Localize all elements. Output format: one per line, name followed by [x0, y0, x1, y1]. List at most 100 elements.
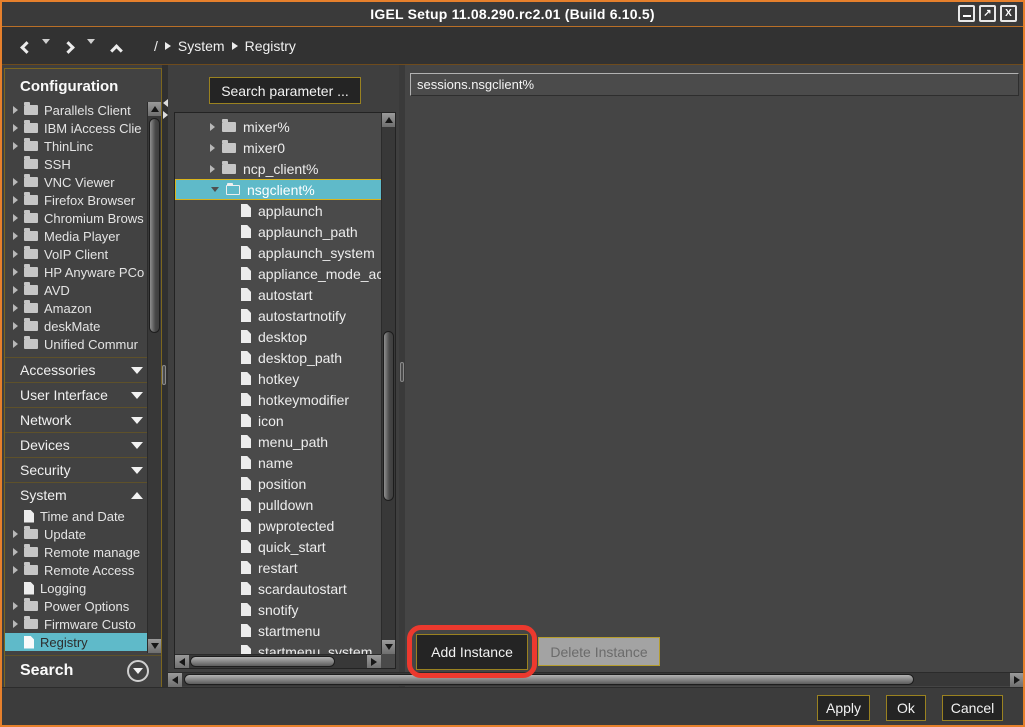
- section-header-security[interactable]: Security: [5, 457, 161, 482]
- tree-item-position[interactable]: position: [175, 473, 395, 494]
- tree-item-scardautostart[interactable]: scardautostart: [175, 578, 395, 599]
- tree-item-pwprotected[interactable]: pwprotected: [175, 515, 395, 536]
- sidebar-splitter[interactable]: [162, 65, 168, 687]
- scroll-down-button[interactable]: [382, 640, 396, 654]
- forward-history-dropdown[interactable]: [87, 44, 95, 62]
- tree-item-hotkeymodifier[interactable]: hotkeymodifier: [175, 389, 395, 410]
- search-expand-button[interactable]: [127, 660, 149, 682]
- sidebar-item-remote-access[interactable]: Remote Access: [5, 561, 161, 579]
- scroll-down-button[interactable]: [148, 639, 162, 653]
- parameter-tree-hscrollbar[interactable]: [175, 654, 381, 668]
- parameter-tree-vscrollbar[interactable]: [381, 113, 395, 654]
- maximize-button[interactable]: ↗: [979, 5, 996, 22]
- sidebar-scrollbar[interactable]: [147, 102, 161, 653]
- panel-splitter[interactable]: [399, 65, 405, 687]
- chevron-down-icon: [131, 417, 143, 424]
- search-section-header[interactable]: Search: [5, 655, 161, 685]
- sidebar-item-avd[interactable]: AVD: [5, 281, 161, 299]
- splitter-collapse-arrows[interactable]: [163, 99, 168, 119]
- tree-item-restart[interactable]: restart: [175, 557, 395, 578]
- sidebar-item-logging[interactable]: Logging: [5, 579, 161, 597]
- tree-item-applaunch-system[interactable]: applaunch_system: [175, 242, 395, 263]
- tree-item-applaunch[interactable]: applaunch: [175, 200, 395, 221]
- sidebar-item-label: Remote Access: [44, 563, 134, 578]
- folder-icon: [24, 231, 38, 241]
- add-instance-button[interactable]: Add Instance: [416, 634, 528, 670]
- file-icon: [241, 624, 251, 637]
- forward-button[interactable]: [64, 39, 73, 57]
- up-button[interactable]: [112, 42, 121, 60]
- sidebar-item-unified-commur[interactable]: Unified Commur: [5, 335, 161, 353]
- sidebar-item-chromium-brows[interactable]: Chromium Brows: [5, 209, 161, 227]
- sidebar-item-parallels-client[interactable]: Parallels Client: [5, 101, 161, 119]
- sidebar-item-firefox-browser[interactable]: Firefox Browser: [5, 191, 161, 209]
- sidebar-item-power-options[interactable]: Power Options: [5, 597, 161, 615]
- sidebar-item-remote-manage[interactable]: Remote manage: [5, 543, 161, 561]
- tree-item-label: startmenu: [258, 623, 320, 639]
- scroll-left-button[interactable]: [175, 655, 189, 669]
- scroll-up-button[interactable]: [148, 102, 162, 116]
- splitter-grip[interactable]: [162, 365, 166, 385]
- scrollbar-thumb[interactable]: [190, 656, 335, 667]
- apply-button[interactable]: Apply: [817, 695, 870, 721]
- sidebar-item-thinlinc[interactable]: ThinLinc: [5, 137, 161, 155]
- back-button[interactable]: [22, 39, 31, 57]
- tree-item-mixer0[interactable]: mixer0: [175, 137, 395, 158]
- sidebar-item-firmware-custo[interactable]: Firmware Custo: [5, 615, 161, 633]
- tree-item-desktop[interactable]: desktop: [175, 326, 395, 347]
- tree-item-nsgclient[interactable]: nsgclient%: [175, 179, 395, 200]
- sidebar-item-vnc-viewer[interactable]: VNC Viewer: [5, 173, 161, 191]
- tree-item-desktop-path[interactable]: desktop_path: [175, 347, 395, 368]
- sidebar-item-registry[interactable]: Registry: [5, 633, 161, 651]
- tree-item-mixer[interactable]: mixer%: [175, 116, 395, 137]
- section-header-system[interactable]: System: [5, 482, 161, 507]
- tree-item-applaunch-path[interactable]: applaunch_path: [175, 221, 395, 242]
- section-header-network[interactable]: Network: [5, 407, 161, 432]
- back-history-dropdown[interactable]: [42, 44, 50, 62]
- scrollbar-thumb[interactable]: [149, 118, 160, 333]
- tree-item-pulldown[interactable]: pulldown: [175, 494, 395, 515]
- tree-item-hotkey[interactable]: hotkey: [175, 368, 395, 389]
- scroll-right-button[interactable]: [367, 655, 381, 669]
- tree-item-autostart[interactable]: autostart: [175, 284, 395, 305]
- minimize-button[interactable]: [958, 5, 975, 22]
- splitter-grip[interactable]: [400, 362, 404, 382]
- section-header-devices[interactable]: Devices: [5, 432, 161, 457]
- scroll-up-button[interactable]: [382, 113, 396, 127]
- sidebar-item-ssh[interactable]: SSH: [5, 155, 161, 173]
- tree-item-snotify[interactable]: snotify: [175, 599, 395, 620]
- search-parameter-button[interactable]: Search parameter ...: [209, 77, 361, 104]
- tree-item-appliance-mode-ac[interactable]: appliance_mode_ac: [175, 263, 395, 284]
- section-label: System: [20, 487, 67, 503]
- tree-item-autostartnotify[interactable]: autostartnotify: [175, 305, 395, 326]
- window-controls: ↗ X: [958, 5, 1017, 22]
- sidebar-item-media-player[interactable]: Media Player: [5, 227, 161, 245]
- breadcrumb-registry[interactable]: Registry: [245, 38, 296, 54]
- ok-button[interactable]: Ok: [886, 695, 926, 721]
- cancel-button[interactable]: Cancel: [942, 695, 1003, 721]
- sidebar-item-voip-client[interactable]: VoIP Client: [5, 245, 161, 263]
- sidebar-item-deskmate[interactable]: deskMate: [5, 317, 161, 335]
- scrollbar-thumb[interactable]: [383, 331, 394, 501]
- sidebar-item-ibm-iaccess-clie[interactable]: IBM iAccess Clie: [5, 119, 161, 137]
- tree-item-startmenu[interactable]: startmenu: [175, 620, 395, 641]
- section-header-user-interface[interactable]: User Interface: [5, 382, 161, 407]
- tree-item-name[interactable]: name: [175, 452, 395, 473]
- tree-item-ncp-client[interactable]: ncp_client%: [175, 158, 395, 179]
- scrollbar-thumb[interactable]: [184, 674, 914, 685]
- scroll-left-button[interactable]: [168, 673, 182, 687]
- tree-item-icon[interactable]: icon: [175, 410, 395, 431]
- section-header-accessories[interactable]: Accessories: [5, 357, 161, 382]
- expander-icon: [210, 123, 215, 131]
- tree-item-quick-start[interactable]: quick_start: [175, 536, 395, 557]
- sidebar-item-label: Firefox Browser: [44, 193, 135, 208]
- scroll-right-button[interactable]: [1010, 673, 1024, 687]
- tree-item-menu-path[interactable]: menu_path: [175, 431, 395, 452]
- close-button[interactable]: X: [1000, 5, 1017, 22]
- sidebar-item-amazon[interactable]: Amazon: [5, 299, 161, 317]
- sidebar-item-update[interactable]: Update: [5, 525, 161, 543]
- content-hscrollbar[interactable]: [168, 672, 1024, 686]
- breadcrumb-system[interactable]: System: [178, 38, 225, 54]
- sidebar-item-time-and-date[interactable]: Time and Date: [5, 507, 161, 525]
- sidebar-item-hp-anyware-pco[interactable]: HP Anyware PCo: [5, 263, 161, 281]
